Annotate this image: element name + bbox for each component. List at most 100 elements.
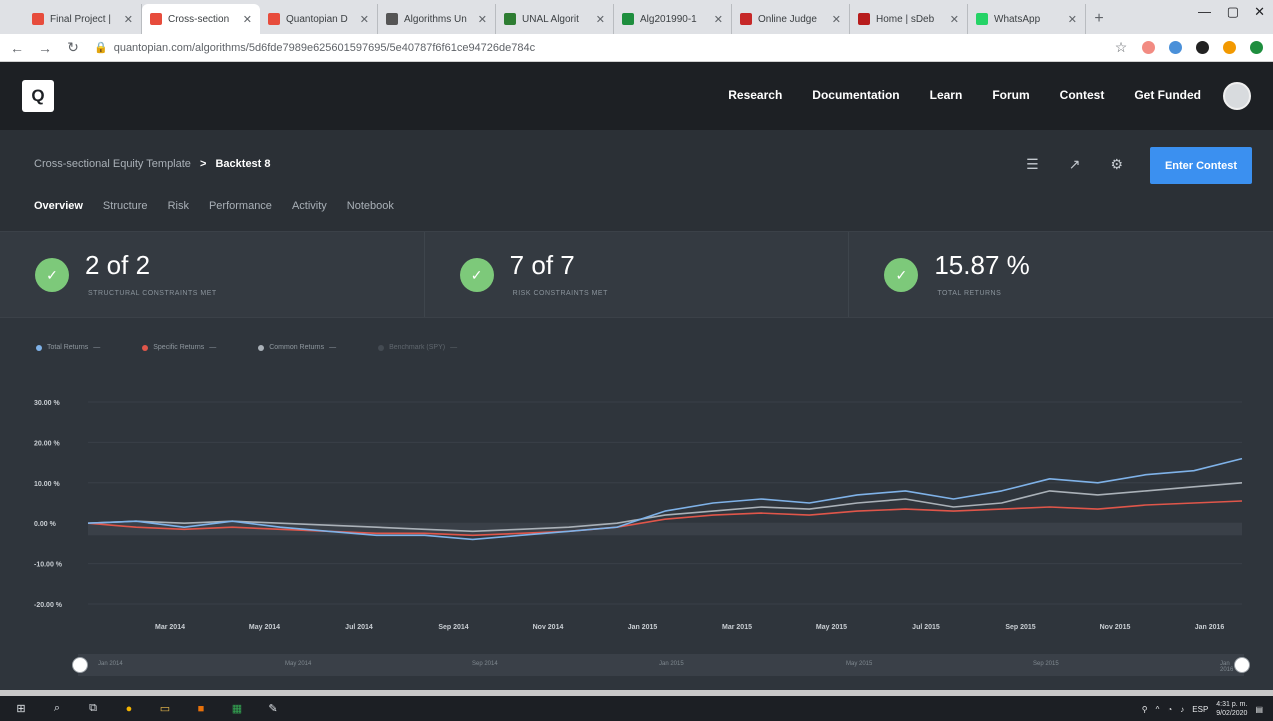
- close-tab-icon[interactable]: ✕: [360, 13, 369, 26]
- backtest-header: Cross-sectional Equity Template > Backte…: [0, 130, 1273, 235]
- metric-label: TOTAL RETURNS: [937, 290, 1002, 297]
- url-text: quantopian.com/algorithms/5d6fde7989e625…: [113, 41, 536, 54]
- breadcrumb-separator: >: [199, 158, 207, 170]
- app-icon[interactable]: ✎: [266, 702, 280, 716]
- navigator-label: May 2014: [285, 661, 312, 667]
- nav-get-funded[interactable]: Get Funded: [1134, 88, 1201, 102]
- lock-icon: 🔒: [94, 42, 108, 54]
- forward-icon[interactable]: →: [38, 40, 52, 56]
- favicon-icon: [386, 13, 398, 25]
- enter-contest-button[interactable]: Enter Contest: [1150, 147, 1252, 184]
- language-indicator[interactable]: ESP: [1192, 705, 1208, 714]
- chevron-up-icon[interactable]: ^: [1156, 705, 1160, 714]
- browser-tab[interactable]: Alg201990-1 ✕: [614, 4, 732, 34]
- x-tick-label: Sep 2014: [438, 624, 468, 631]
- browser-tab[interactable]: Final Project | ✕: [24, 4, 142, 34]
- sublime-icon[interactable]: ■: [194, 702, 208, 716]
- tab-performance[interactable]: Performance: [209, 200, 272, 235]
- chrome-icon[interactable]: ●: [122, 702, 136, 716]
- tab-structure[interactable]: Structure: [103, 200, 148, 235]
- minimize-icon[interactable]: —: [1198, 4, 1211, 19]
- quantopian-logo[interactable]: Q: [22, 80, 54, 112]
- close-tab-icon[interactable]: ✕: [1068, 13, 1077, 26]
- windows-taskbar: ⊞ ⌕ ⧉ ● ▭ ■ ▦ ✎ ⚲ ^ ◔ ♪ ESP 4:31 p. m. 9…: [0, 696, 1273, 721]
- nav-contest[interactable]: Contest: [1060, 88, 1105, 102]
- volume-icon[interactable]: ♪: [1180, 705, 1184, 714]
- extension-icon[interactable]: [1142, 41, 1155, 54]
- tab-risk[interactable]: Risk: [168, 200, 189, 235]
- extension-icon[interactable]: [1223, 41, 1236, 54]
- profile-icon[interactable]: [1250, 41, 1263, 54]
- extension-icon[interactable]: [1169, 41, 1182, 54]
- y-tick-label: -10.00 %: [34, 562, 63, 569]
- navigator-label: May 2015: [846, 661, 873, 667]
- gear-icon[interactable]: ⚙: [1110, 156, 1123, 173]
- nav-research[interactable]: Research: [728, 88, 782, 102]
- metrics-row: ✓ 2 of 2 STRUCTURAL CONSTRAINTS MET ✓ 7 …: [0, 232, 1273, 318]
- navigator-label: Sep 2014: [472, 661, 498, 667]
- url-input[interactable]: 🔒 quantopian.com/algorithms/5d6fde7989e6…: [94, 37, 1100, 59]
- nav-documentation[interactable]: Documentation: [812, 88, 899, 102]
- tab-title: Cross-section: [168, 13, 230, 25]
- returns-chart-panel: Total Returns — Specific Returns — Common …: [0, 318, 1273, 690]
- nav-learn[interactable]: Learn: [930, 88, 963, 102]
- star-icon[interactable]: ☆: [1114, 39, 1128, 56]
- close-window-icon[interactable]: ✕: [1254, 4, 1265, 20]
- people-icon[interactable]: ⚲: [1142, 705, 1148, 714]
- range-handle-right[interactable]: [1234, 657, 1250, 673]
- range-navigator[interactable]: Jan 2014 May 2014 Sep 2014 Jan 2015 May 2015…: [72, 654, 1250, 676]
- metric-structural: ✓ 2 of 2 STRUCTURAL CONSTRAINTS MET: [0, 232, 425, 317]
- tab-title: Home | sDeb: [876, 13, 935, 25]
- tab-activity[interactable]: Activity: [292, 200, 327, 235]
- browser-tab[interactable]: Online Judge ✕: [732, 4, 850, 34]
- close-tab-icon[interactable]: ✕: [832, 13, 841, 26]
- clock[interactable]: 4:31 p. m. 9/02/2020: [1216, 700, 1247, 718]
- network-icon[interactable]: ◔: [1167, 705, 1172, 714]
- returns-chart[interactable]: 30.00 % 20.00 % 10.00 % 0.00 % -10.00 % -20.0…: [0, 318, 1273, 648]
- reload-icon[interactable]: ↻: [66, 39, 80, 56]
- search-icon[interactable]: ⌕: [50, 702, 64, 716]
- browser-tab[interactable]: Quantopian D ✕: [260, 4, 378, 34]
- check-icon: ✓: [884, 258, 919, 292]
- metric-label: RISK CONSTRAINTS MET: [512, 290, 608, 297]
- nav-forum[interactable]: Forum: [992, 88, 1029, 102]
- browser-tab[interactable]: WhatsApp ✕: [968, 4, 1086, 34]
- close-tab-icon[interactable]: ✕: [950, 13, 959, 26]
- range-handle-left[interactable]: [72, 657, 88, 673]
- windows-start-icon[interactable]: ⊞: [14, 702, 28, 716]
- extension-icon[interactable]: [1196, 41, 1209, 54]
- notification-icon[interactable]: ▤: [1255, 705, 1263, 714]
- task-view-icon[interactable]: ⧉: [86, 702, 100, 716]
- tab-overview[interactable]: Overview: [34, 200, 83, 235]
- close-tab-icon[interactable]: ✕: [596, 13, 605, 26]
- maximize-icon[interactable]: ▢: [1227, 4, 1239, 20]
- y-tick-label: -20.00 %: [34, 602, 63, 609]
- close-tab-icon[interactable]: ✕: [714, 13, 723, 26]
- browser-tab[interactable]: Home | sDeb ✕: [850, 4, 968, 34]
- app-icon[interactable]: ▦: [230, 702, 244, 716]
- new-tab-button[interactable]: +: [1086, 4, 1112, 34]
- x-tick-label: Jan 2016: [1195, 624, 1225, 631]
- x-tick-label: Nov 2015: [1100, 624, 1131, 631]
- y-tick-label: 30.00 %: [34, 400, 60, 407]
- x-tick-label: Jul 2015: [912, 624, 940, 631]
- browser-tab[interactable]: Cross-section ✕: [142, 4, 260, 34]
- avatar[interactable]: [1223, 82, 1251, 110]
- close-tab-icon[interactable]: ✕: [478, 13, 487, 26]
- address-bar: ← → ↻ 🔒 quantopian.com/algorithms/5d6fde…: [0, 34, 1273, 62]
- list-icon[interactable]: ☰: [1026, 156, 1039, 173]
- metric-risk: ✓ 7 of 7 RISK CONSTRAINTS MET: [425, 232, 850, 317]
- browser-tab[interactable]: UNAL Algorit ✕: [496, 4, 614, 34]
- close-tab-icon[interactable]: ✕: [243, 13, 252, 26]
- share-icon[interactable]: ↗: [1069, 156, 1081, 173]
- browser-tab[interactable]: Algorithms Un ✕: [378, 4, 496, 34]
- app-header: Q Research Documentation Learn Forum Con…: [0, 62, 1273, 130]
- breadcrumb-parent[interactable]: Cross-sectional Equity Template: [34, 158, 191, 170]
- favicon-icon: [150, 13, 162, 25]
- tab-notebook[interactable]: Notebook: [347, 200, 394, 235]
- y-tick-label: 0.00 %: [34, 521, 57, 528]
- close-tab-icon[interactable]: ✕: [124, 13, 133, 26]
- file-explorer-icon[interactable]: ▭: [158, 702, 172, 716]
- favicon-icon: [976, 13, 988, 25]
- back-icon[interactable]: ←: [10, 40, 24, 56]
